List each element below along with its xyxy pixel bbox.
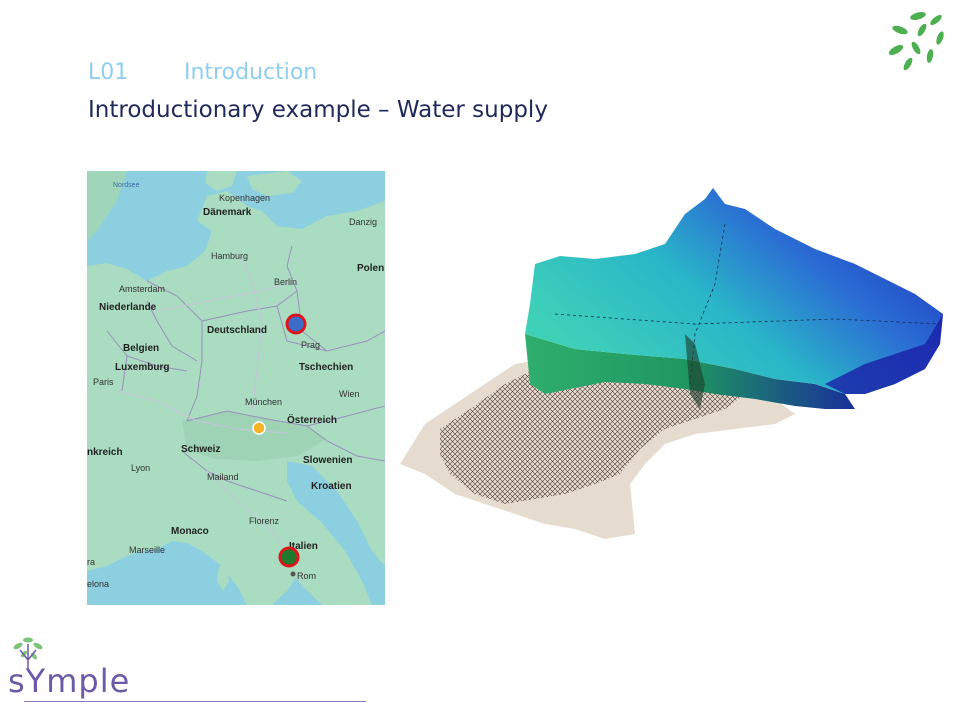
lecture-code: L01: [88, 60, 129, 85]
map-label-frankreich: nkreich: [87, 447, 123, 458]
alps-star: [252, 421, 266, 435]
map-label-celona: elona: [87, 579, 109, 589]
map-label-amsterdam: Amsterdam: [119, 284, 165, 294]
europe-map: Nordsee Kopenhagen Dänemark Danzig Hambu…: [87, 171, 385, 605]
logo-underline: [24, 701, 366, 702]
map-label-belgien: Belgien: [123, 343, 159, 354]
map-label-florenz: Florenz: [249, 516, 280, 526]
map-label-polen: Polen: [357, 263, 384, 274]
berlin-marker: [285, 313, 307, 335]
map-label-berlin: Berlin: [274, 277, 297, 287]
map-label-danemark: Dänemark: [203, 207, 252, 218]
map-label-osterreich: Österreich: [287, 413, 337, 426]
map-label-paris: Paris: [93, 377, 114, 387]
rome-dot: [290, 571, 296, 577]
map-label-niederlande: Niederlande: [99, 302, 157, 313]
map-label-marseille: Marseille: [129, 545, 165, 555]
map-label-danzig: Danzig: [349, 217, 377, 227]
map-label-lyon: Lyon: [131, 463, 150, 473]
lecture-heading: L01 Introduction: [88, 60, 317, 85]
logo-text: sYmple: [8, 662, 131, 700]
map-label-tschechien: Tschechien: [299, 362, 353, 373]
rome-marker: [278, 546, 300, 568]
symple-logo: sYmple: [6, 632, 366, 712]
map-label-hamburg: Hamburg: [211, 251, 248, 261]
map-label-monaco: Monaco: [171, 526, 209, 537]
map-label-mailand: Mailand: [207, 472, 239, 482]
map-label-kroatien: Kroatien: [311, 481, 352, 492]
lecture-title: Introduction: [184, 60, 318, 85]
map-label-munchen: München: [245, 397, 282, 407]
map-label-slowenien: Slowenien: [303, 455, 352, 466]
slide-title: Introductionary example – Water supply: [88, 97, 548, 123]
map-label-luxemburg: Luxemburg: [115, 362, 169, 373]
leaves-icon: [888, 12, 944, 71]
map-label-wien: Wien: [339, 389, 360, 399]
map-label-kopenhagen: Kopenhagen: [219, 193, 270, 203]
map-label-ra: ra: [87, 557, 95, 567]
map-label-rom: Rom: [297, 571, 316, 581]
map-label-deutschland: Deutschland: [207, 325, 267, 336]
map-label-schweiz: Schweiz: [181, 444, 220, 455]
groundwater-3d-model: [395, 184, 950, 544]
map-label-nordsee: Nordsee: [113, 182, 140, 189]
map-label-prag: Prag: [301, 340, 320, 350]
